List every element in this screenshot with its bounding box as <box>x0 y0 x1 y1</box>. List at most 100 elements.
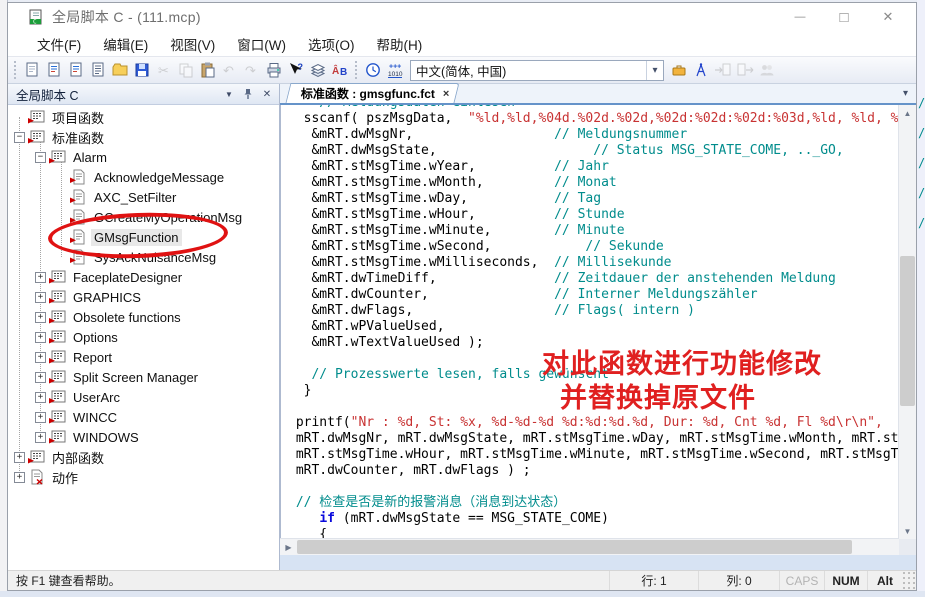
tree-item-label[interactable]: 动作 <box>49 467 81 488</box>
tree-item-wincc[interactable]: + WINCC <box>8 407 279 427</box>
expand-icon[interactable]: + <box>14 452 25 463</box>
tree-item-label[interactable]: AXC_SetFilter <box>91 189 179 206</box>
scroll-up-icon[interactable]: ▲ <box>899 105 916 121</box>
tree-item-label[interactable]: Alarm <box>70 149 110 166</box>
expand-icon[interactable]: + <box>35 272 46 283</box>
expand-icon[interactable]: + <box>35 352 46 363</box>
tree-item-split-screen-manager[interactable]: + Split Screen Manager <box>8 367 279 387</box>
compile-icon[interactable] <box>307 59 329 81</box>
pin-icon[interactable] <box>240 87 256 101</box>
new-project-function-icon[interactable] <box>43 59 65 81</box>
print-icon[interactable] <box>263 59 285 81</box>
resize-grip[interactable] <box>902 571 916 590</box>
toolbox-icon[interactable] <box>668 59 690 81</box>
import-icon[interactable] <box>712 59 734 81</box>
save-icon[interactable] <box>131 59 153 81</box>
tree-item-label[interactable]: Split Screen Manager <box>70 369 201 386</box>
runtime-clock-icon[interactable] <box>362 59 384 81</box>
tree-item-faceplatedesigner[interactable]: + FaceplateDesigner <box>8 267 279 287</box>
menu-view[interactable]: 视图(V) <box>159 31 226 57</box>
new-standard-function-icon[interactable] <box>65 59 87 81</box>
collapse-icon[interactable]: − <box>14 132 25 143</box>
tree-item-label[interactable]: 项目函数 <box>49 107 107 128</box>
tree-item-graphics[interactable]: + GRAPHICS <box>8 287 279 307</box>
tab-gmsgfunc[interactable]: 标准函数 : gmsgfunc.fct × <box>286 83 460 103</box>
tree-item-动作[interactable]: + 动作 <box>8 467 279 487</box>
tree-item-label[interactable]: 标准函数 <box>49 127 107 148</box>
tree-item-label[interactable]: SysAckNuisanceMsg <box>91 249 219 266</box>
menu-help[interactable]: 帮助(H) <box>365 31 433 57</box>
expand-icon[interactable]: + <box>35 372 46 383</box>
tree-item-label[interactable]: UserArc <box>70 389 123 406</box>
redo-icon[interactable]: ↷ <box>241 59 263 81</box>
tree-item-label[interactable]: GMsgFunction <box>91 229 182 246</box>
expand-icon[interactable]: + <box>14 472 25 483</box>
tree-item-acknowledgemessage[interactable]: AcknowledgeMessage <box>8 167 279 187</box>
menu-window[interactable]: 窗口(W) <box>226 31 297 57</box>
tree-item-label[interactable]: Options <box>70 329 121 346</box>
menu-options[interactable]: 选项(O) <box>297 31 366 57</box>
close-icon[interactable] <box>259 87 275 101</box>
export-icon[interactable] <box>734 59 756 81</box>
expand-icon[interactable]: + <box>35 312 46 323</box>
tree-item-标准函数[interactable]: − 标准函数 <box>8 127 279 147</box>
tree-item-gcreatemyoperationmsg[interactable]: GCreateMyOperationMsg <box>8 207 279 227</box>
svg-text:✂: ✂ <box>158 63 169 78</box>
open-icon[interactable] <box>109 59 131 81</box>
code-area[interactable]: // Meldungsdaten einlesen sscanf( pszMsg… <box>280 105 899 539</box>
close-button[interactable] <box>866 5 910 29</box>
tree-item-label[interactable]: AcknowledgeMessage <box>91 169 227 186</box>
tree-item-label[interactable]: GCreateMyOperationMsg <box>91 209 245 226</box>
tree-item-alarm[interactable]: − Alarm <box>8 147 279 167</box>
expand-icon[interactable]: + <box>35 392 46 403</box>
users-icon[interactable] <box>756 59 778 81</box>
tree-item-obsolete-functions[interactable]: + Obsolete functions <box>8 307 279 327</box>
collapse-icon[interactable]: − <box>35 152 46 163</box>
number-format-icon[interactable]: +++1010 <box>384 59 406 81</box>
minimize-button[interactable] <box>778 5 822 29</box>
chevron-down-icon[interactable] <box>221 87 237 101</box>
expand-icon[interactable]: + <box>35 412 46 423</box>
open-action-icon[interactable] <box>87 59 109 81</box>
tree-item-label[interactable]: Obsolete functions <box>70 309 184 326</box>
copy-icon[interactable] <box>175 59 197 81</box>
horizontal-scrollbar[interactable]: ◀ ▶ <box>280 538 899 555</box>
undo-icon[interactable]: ↶ <box>219 59 241 81</box>
chevron-down-icon[interactable] <box>646 61 663 80</box>
tree-item-windows[interactable]: + WINDOWS <box>8 427 279 447</box>
expand-icon[interactable]: + <box>35 432 46 443</box>
compass-icon[interactable] <box>690 59 712 81</box>
cut-icon[interactable]: ✂ <box>153 59 175 81</box>
tab-close-icon[interactable]: × <box>443 88 449 100</box>
vertical-scrollbar[interactable]: ▲ ▼ <box>898 105 916 539</box>
syntax-check-icon[interactable]: ÂB <box>329 59 351 81</box>
maximize-button[interactable] <box>822 5 866 29</box>
expand-icon[interactable]: + <box>35 332 46 343</box>
scroll-right-icon[interactable]: ▶ <box>280 539 297 555</box>
paste-icon[interactable] <box>197 59 219 81</box>
tree-item-label[interactable]: WINCC <box>70 409 120 426</box>
menu-file[interactable]: 文件(F) <box>26 31 92 57</box>
tree-item-内部函数[interactable]: + 内部函数 <box>8 447 279 467</box>
tree-item-label[interactable]: FaceplateDesigner <box>70 269 185 286</box>
horizontal-scroll-thumb[interactable] <box>297 540 852 554</box>
tree-item-userarc[interactable]: + UserArc <box>8 387 279 407</box>
help-pointer-icon[interactable]: ? <box>285 59 307 81</box>
tree-item-gmsgfunction[interactable]: GMsgFunction <box>8 227 279 247</box>
tree-item-label[interactable]: GRAPHICS <box>70 289 144 306</box>
tab-list-dropdown-icon[interactable] <box>898 86 913 100</box>
scroll-down-icon[interactable]: ▼ <box>899 523 916 539</box>
tree-item-sysacknuisancemsg[interactable]: SysAckNuisanceMsg <box>8 247 279 267</box>
tree-item-options[interactable]: + Options <box>8 327 279 347</box>
tree-item-axc-setfilter[interactable]: AXC_SetFilter <box>8 187 279 207</box>
vertical-scroll-thumb[interactable] <box>900 256 915 406</box>
tree-item-label[interactable]: WINDOWS <box>70 429 142 446</box>
language-select[interactable]: 中文(简体, 中国) <box>410 60 664 81</box>
new-file-icon[interactable] <box>21 59 43 81</box>
tree-item-label[interactable]: 内部函数 <box>49 447 107 468</box>
tree-item-label[interactable]: Report <box>70 349 115 366</box>
expand-icon[interactable]: + <box>35 292 46 303</box>
menu-edit[interactable]: 编辑(E) <box>92 31 159 57</box>
tree-item-report[interactable]: + Report <box>8 347 279 367</box>
tree-item-项目函数[interactable]: 项目函数 <box>8 107 279 127</box>
